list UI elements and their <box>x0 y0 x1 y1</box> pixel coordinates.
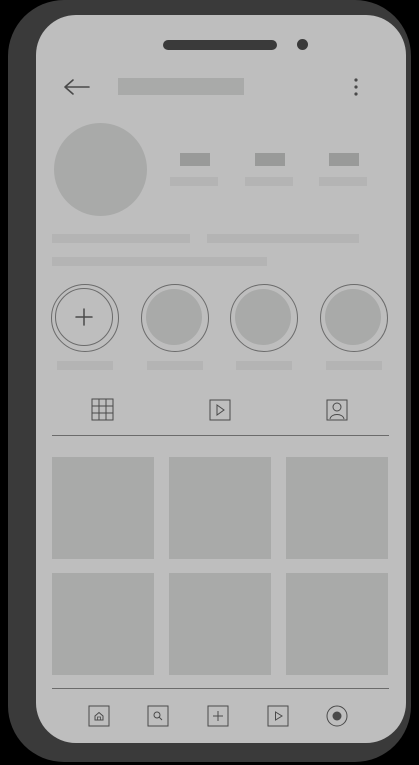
play-icon <box>275 711 283 721</box>
nav-profile[interactable] <box>325 704 349 728</box>
stat-followers-count <box>255 153 285 166</box>
nav-search[interactable] <box>146 704 170 728</box>
tab-reels[interactable] <box>205 395 235 425</box>
highlight-new[interactable] <box>51 284 121 374</box>
nav-home[interactable] <box>87 704 111 728</box>
stat-posts-label <box>170 177 218 186</box>
search-icon <box>153 711 163 721</box>
arrow-left-icon[interactable] <box>62 75 92 99</box>
plus-square-icon <box>213 711 223 721</box>
stat-following-count <box>329 153 359 166</box>
bio-line <box>52 257 267 266</box>
post-thumbnail[interactable] <box>52 573 154 675</box>
home-icon <box>94 711 104 721</box>
speaker-notch <box>163 40 277 50</box>
post-thumbnail[interactable] <box>286 573 388 675</box>
highlight-label <box>326 361 382 370</box>
profile-username-placeholder <box>118 78 244 95</box>
profile-circle-icon <box>326 705 348 727</box>
phone-screen <box>36 15 406 743</box>
grid-icon <box>91 398 114 421</box>
bio-line <box>207 234 359 243</box>
phone-frame <box>8 0 411 762</box>
highlight-inner <box>235 289 291 345</box>
post-thumbnail[interactable] <box>52 457 154 559</box>
post-thumbnail[interactable] <box>169 457 271 559</box>
stat-posts-count <box>180 153 210 166</box>
person-tag-icon <box>326 399 348 421</box>
stat-following-label <box>319 177 367 186</box>
tabs-divider <box>52 435 389 436</box>
highlight-label <box>147 361 203 370</box>
stat-followers[interactable] <box>245 153 305 193</box>
highlight-1[interactable] <box>141 284 211 374</box>
nav-reels[interactable] <box>266 704 290 728</box>
stat-posts[interactable] <box>170 153 230 193</box>
highlight-label <box>57 361 113 370</box>
post-thumbnail[interactable] <box>286 457 388 559</box>
highlight-inner <box>325 289 381 345</box>
bio-line <box>52 234 190 243</box>
front-camera <box>297 39 308 50</box>
kebab-vertical-icon[interactable] <box>351 75 361 99</box>
bottom-nav-divider <box>52 688 389 689</box>
stat-followers-label <box>245 177 293 186</box>
tab-grid[interactable] <box>88 395 118 425</box>
highlight-2[interactable] <box>230 284 300 374</box>
profile-avatar[interactable] <box>54 123 147 216</box>
play-icon <box>209 399 231 421</box>
stat-following[interactable] <box>319 153 379 193</box>
highlight-inner <box>146 289 202 345</box>
highlight-label <box>236 361 292 370</box>
nav-create[interactable] <box>206 704 230 728</box>
highlight-3[interactable] <box>320 284 390 374</box>
post-thumbnail[interactable] <box>169 573 271 675</box>
plus-icon <box>75 308 93 326</box>
tab-tagged[interactable] <box>322 395 352 425</box>
